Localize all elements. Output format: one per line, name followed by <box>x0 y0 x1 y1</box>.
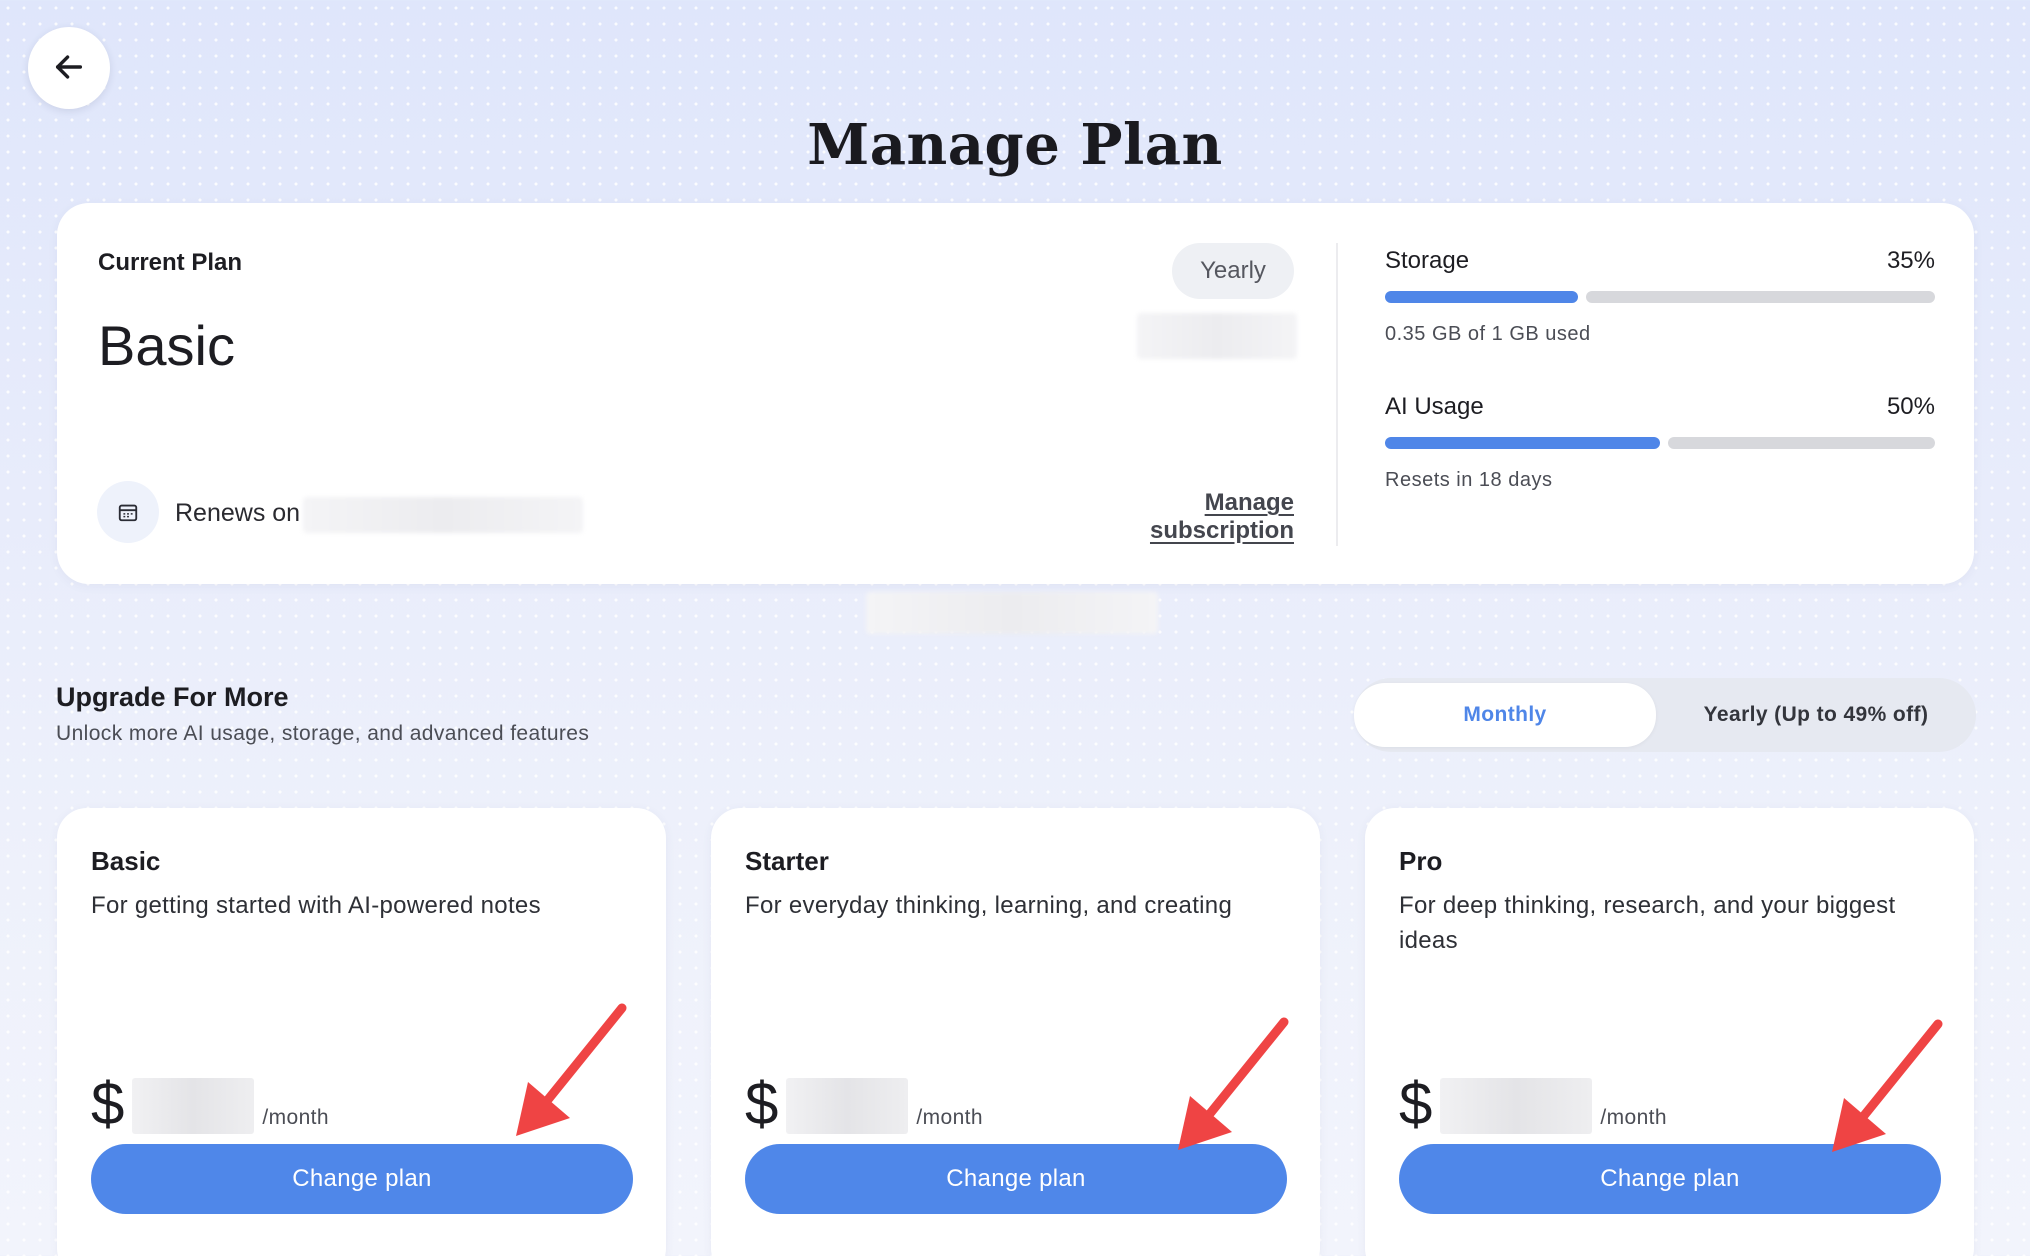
plan-card-pro: Pro For deep thinking, research, and you… <box>1365 808 1974 1256</box>
ai-usage-progress-fill <box>1385 437 1660 449</box>
price-period: /month <box>1600 1106 1667 1129</box>
redacted-amount <box>132 1078 255 1134</box>
plan-name: Pro <box>1399 846 1443 876</box>
plan-name: Starter <box>745 846 829 876</box>
redacted-note <box>866 592 1158 634</box>
change-plan-button[interactable]: Change plan <box>91 1144 633 1214</box>
ai-usage: AI Usage 50% Resets in 18 days <box>1385 393 1935 492</box>
arrow-left-icon <box>52 50 86 87</box>
current-plan-name: Basic <box>98 314 235 377</box>
storage-detail: 0.35 GB of 1 GB used <box>1385 323 1591 345</box>
ai-usage-percent: 50% <box>1886 393 1935 420</box>
storage-progress-bar <box>1385 291 1935 303</box>
billing-toggle: Monthly Yearly (Up to 49% off) <box>1354 678 1976 752</box>
upgrade-title: Upgrade For More <box>56 682 289 712</box>
current-plan-card: Current Plan Basic Yearly Renews on Mana… <box>57 203 1974 584</box>
calendar-icon <box>97 481 159 543</box>
plan-name: Basic <box>91 846 161 876</box>
plan-description: For getting started with AI-powered note… <box>91 892 541 919</box>
redacted-price <box>1137 313 1297 359</box>
upgrade-subtitle: Unlock more AI usage, storage, and advan… <box>56 722 590 745</box>
current-plan-label: Current Plan <box>98 249 243 276</box>
page-title: Manage Plan <box>807 112 1223 178</box>
redacted-amount <box>786 1078 909 1134</box>
redacted-amount <box>1440 1078 1593 1134</box>
price-period: /month <box>916 1106 983 1129</box>
currency-symbol: $ <box>745 1070 779 1137</box>
change-plan-button[interactable]: Change plan <box>745 1144 1287 1214</box>
manage-subscription-link[interactable]: Manage subscription <box>1057 489 1294 545</box>
change-plan-button[interactable]: Change plan <box>1399 1144 1941 1214</box>
storage-progress-fill <box>1385 291 1578 303</box>
ai-usage-progress-track <box>1668 437 1935 449</box>
storage-label: Storage <box>1385 247 1470 274</box>
ai-usage-progress-bar <box>1385 437 1935 449</box>
toggle-monthly[interactable]: Monthly <box>1354 683 1656 747</box>
renews-on-label: Renews on <box>175 499 301 527</box>
plan-price: $ /month <box>1399 1070 1667 1134</box>
plan-price: $ /month <box>745 1070 983 1134</box>
ai-usage-label: AI Usage <box>1385 393 1484 420</box>
redacted-renew-date <box>303 497 583 533</box>
divider <box>1336 243 1338 546</box>
back-button[interactable] <box>28 27 110 109</box>
price-period: /month <box>262 1106 329 1129</box>
toggle-yearly[interactable]: Yearly (Up to 49% off) <box>1656 684 1976 746</box>
plan-description: For deep thinking, research, and your bi… <box>1399 892 1896 954</box>
storage-progress-track <box>1585 291 1935 303</box>
ai-usage-detail: Resets in 18 days <box>1385 469 1553 491</box>
plan-description: For everyday thinking, learning, and cre… <box>745 892 1233 919</box>
plan-card-starter: Starter For everyday thinking, learning,… <box>711 808 1320 1256</box>
storage-usage: Storage 35% 0.35 GB of 1 GB used <box>1385 247 1935 346</box>
currency-symbol: $ <box>1399 1070 1433 1137</box>
currency-symbol: $ <box>91 1070 125 1137</box>
plan-card-basic: Basic For getting started with AI-powere… <box>57 808 666 1256</box>
billing-period-badge: Yearly <box>1172 243 1294 299</box>
storage-percent: 35% <box>1886 247 1935 274</box>
plan-price: $ /month <box>91 1070 329 1134</box>
